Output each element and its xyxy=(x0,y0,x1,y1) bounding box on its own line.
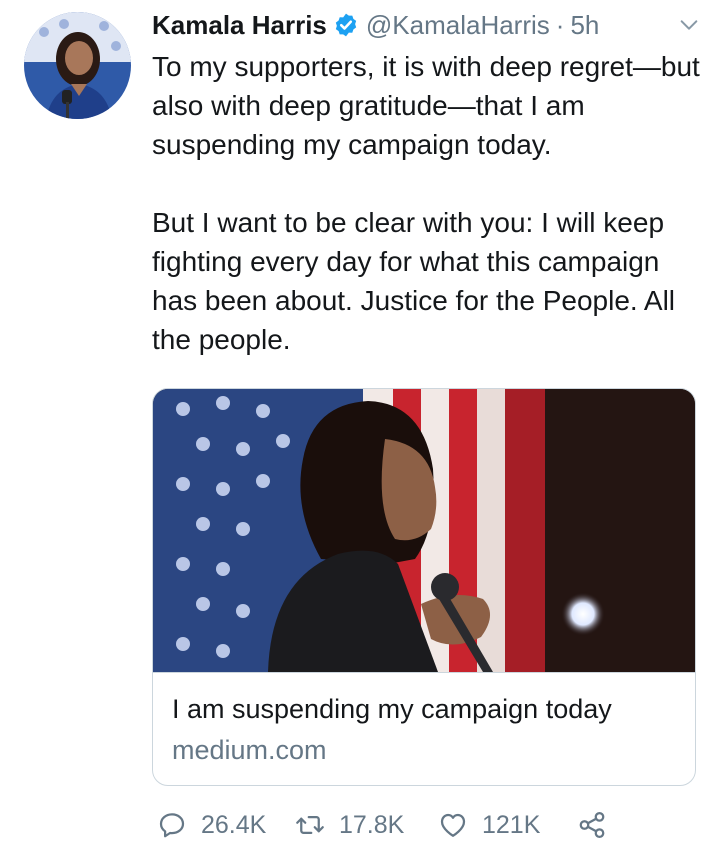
tweet-text: To my supporters, it is with deep regret… xyxy=(152,47,707,359)
tweet: Kamala Harris @KamalaHarris · 5h To my s… xyxy=(0,0,720,841)
tweet-paragraph: But I want to be clear with you: I will … xyxy=(152,207,676,355)
retweet-count: 17.8K xyxy=(339,810,405,839)
like-button[interactable]: 121K xyxy=(438,808,540,842)
share-button[interactable] xyxy=(577,808,621,842)
reply-icon xyxy=(159,813,185,838)
tweet-paragraph: To my supporters, it is with deep regret… xyxy=(152,51,700,160)
tweet-header: Kamala Harris @KamalaHarris · 5h xyxy=(152,8,706,42)
heart-icon xyxy=(440,813,466,837)
link-card-title: I am suspending my campaign today xyxy=(172,694,612,724)
author-handle[interactable]: @KamalaHarris xyxy=(366,10,550,41)
verified-badge-icon xyxy=(333,12,359,38)
retweet-icon xyxy=(296,816,324,834)
link-card-image xyxy=(153,389,695,672)
tweet-actions: 26.4K 17.8K 121K xyxy=(157,808,637,842)
timestamp[interactable]: 5h xyxy=(570,10,599,41)
retweet-button[interactable]: 17.8K xyxy=(295,808,404,842)
link-card-domain: medium.com xyxy=(172,735,327,765)
chevron-down-icon[interactable] xyxy=(678,14,700,36)
avatar[interactable] xyxy=(24,12,131,119)
separator-dot: · xyxy=(555,9,565,40)
author-name[interactable]: Kamala Harris xyxy=(152,10,327,41)
share-icon xyxy=(579,812,605,838)
link-card[interactable]: I am suspending my campaign today medium… xyxy=(152,388,696,786)
like-count: 121K xyxy=(482,810,541,839)
link-card-body: I am suspending my campaign today medium… xyxy=(153,672,695,785)
reply-count: 26.4K xyxy=(201,810,267,839)
reply-button[interactable]: 26.4K xyxy=(157,808,266,842)
avatar-image xyxy=(24,12,131,119)
